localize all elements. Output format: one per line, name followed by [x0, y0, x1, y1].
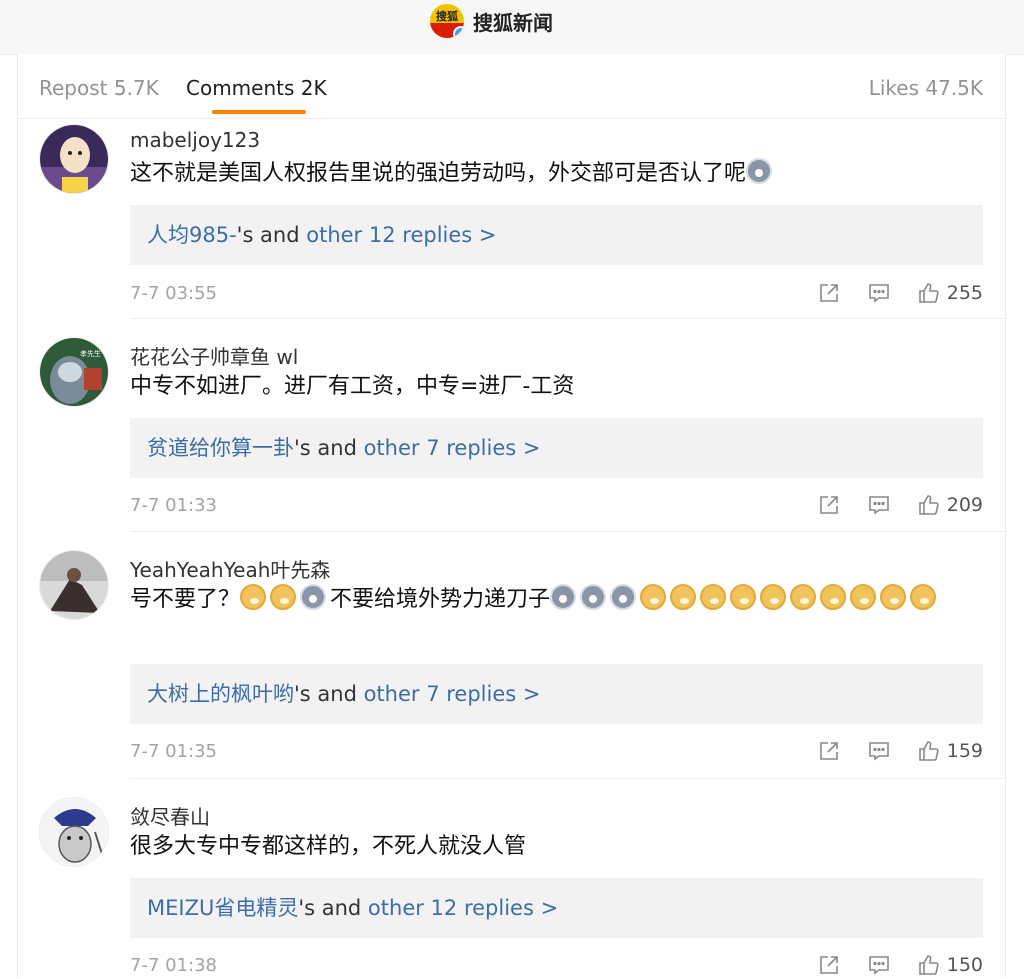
- reply-username[interactable]: 大树上的枫叶哟: [147, 682, 294, 706]
- share-icon[interactable]: [817, 739, 841, 763]
- husky-emoji-icon: [300, 584, 327, 610]
- reply-username[interactable]: MEIZU省电精灵: [147, 896, 298, 920]
- doge-emoji-icon: [270, 584, 297, 610]
- avatar[interactable]: [39, 550, 109, 620]
- doge-emoji-icon: [790, 584, 817, 610]
- comment-time: 7-7 03:55: [130, 283, 217, 304]
- tab-repost[interactable]: Repost 5.7K: [39, 76, 159, 100]
- reply-username[interactable]: 贫道给你算一卦: [147, 436, 294, 460]
- divider: [130, 318, 1005, 319]
- comment-time: 7-7 01:35: [130, 741, 217, 762]
- doge-emoji-icon: [670, 584, 697, 610]
- active-tab-indicator: [212, 110, 306, 114]
- reply-username[interactable]: 人均985-: [147, 223, 237, 247]
- brand-name: 搜狐新闻: [473, 10, 553, 35]
- comment-username[interactable]: YeahYeahYeah叶先森: [130, 554, 330, 583]
- husky-emoji-icon: [746, 158, 773, 184]
- comment-username[interactable]: 敛尽春山: [130, 801, 210, 830]
- comment-time: 7-7 01:33: [130, 495, 217, 516]
- comment-text: 号不要了？ 不要给境外势力递刀子: [130, 583, 990, 616]
- doge-emoji-icon: [760, 584, 787, 610]
- comment-username[interactable]: mabeljoy123: [130, 128, 260, 152]
- comment-text: 很多大专中专都这样的，不死人就没人管: [130, 834, 527, 859]
- divider: [130, 531, 1005, 532]
- comment-icon[interactable]: [867, 493, 891, 517]
- thumbs-up-icon[interactable]: [917, 281, 941, 305]
- comment-text: 这不就是美国人权报告里说的强迫劳动吗，外交部可是否认了呢: [130, 157, 990, 190]
- more-replies-link[interactable]: other 7 replies >: [364, 436, 541, 460]
- comment-icon[interactable]: [867, 953, 891, 977]
- comment-actions: 255: [817, 279, 983, 307]
- more-replies-link[interactable]: other 12 replies >: [368, 896, 558, 920]
- like-count: 255: [946, 282, 983, 304]
- comment-time: 7-7 01:38: [130, 955, 217, 976]
- comment-actions: 150: [817, 951, 983, 979]
- share-icon[interactable]: [817, 953, 841, 977]
- comment-username[interactable]: 花花公子帅章鱼 wl: [130, 341, 298, 370]
- avatar[interactable]: 孝先生: [39, 337, 109, 407]
- comment-actions: 209: [817, 491, 983, 519]
- reply-preview[interactable]: 人均985-'s and other 12 replies >: [130, 205, 983, 265]
- doge-emoji-icon: [910, 584, 937, 610]
- share-icon[interactable]: [817, 493, 841, 517]
- husky-emoji-icon: [580, 584, 607, 610]
- husky-emoji-icon: [550, 584, 577, 610]
- comments-panel: Repost 5.7K Comments 2K Likes 47.5K mabe…: [17, 54, 1006, 978]
- comment-actions: 159: [817, 737, 983, 765]
- doge-emoji-icon: [880, 584, 907, 610]
- reply-preview[interactable]: MEIZU省电精灵's and other 12 replies >: [130, 878, 983, 938]
- doge-emoji-icon: [820, 584, 847, 610]
- thumbs-up-icon[interactable]: [917, 493, 941, 517]
- like-count: 209: [946, 494, 983, 516]
- avatar[interactable]: [39, 797, 109, 867]
- comment-text: 中专不如进厂。进厂有工资，中专=进厂-工资: [130, 374, 575, 399]
- sohu-logo-icon: 搜狐 ✓: [430, 4, 464, 38]
- thumbs-up-icon[interactable]: [917, 739, 941, 763]
- top-bar: 搜狐 ✓ 搜狐新闻: [0, 0, 1024, 55]
- svg-text:孝先生: 孝先生: [80, 349, 101, 358]
- more-replies-link[interactable]: other 7 replies >: [364, 682, 541, 706]
- comment-icon[interactable]: [867, 281, 891, 305]
- comment-icon[interactable]: [867, 739, 891, 763]
- like-count: 159: [946, 740, 983, 762]
- tab-bar: Repost 5.7K Comments 2K Likes 47.5K: [18, 54, 1005, 119]
- share-icon[interactable]: [817, 281, 841, 305]
- thumbs-up-icon[interactable]: [917, 953, 941, 977]
- reply-preview[interactable]: 大树上的枫叶哟's and other 7 replies >: [130, 664, 983, 724]
- verified-badge-icon: ✓: [453, 26, 464, 38]
- like-count: 150: [946, 954, 983, 976]
- doge-emoji-icon: [850, 584, 877, 610]
- reply-preview[interactable]: 贫道给你算一卦's and other 7 replies >: [130, 418, 983, 478]
- doge-emoji-icon: [700, 584, 727, 610]
- brand[interactable]: 搜狐 ✓ 搜狐新闻: [430, 3, 553, 39]
- avatar[interactable]: [39, 124, 109, 194]
- tab-likes[interactable]: Likes 47.5K: [869, 76, 983, 100]
- husky-emoji-icon: [610, 584, 637, 610]
- doge-emoji-icon: [730, 584, 757, 610]
- doge-emoji-icon: [640, 584, 667, 610]
- tab-comments[interactable]: Comments 2K: [186, 76, 327, 100]
- doge-emoji-icon: [240, 584, 267, 610]
- divider: [130, 778, 1005, 779]
- more-replies-link[interactable]: other 12 replies >: [306, 223, 496, 247]
